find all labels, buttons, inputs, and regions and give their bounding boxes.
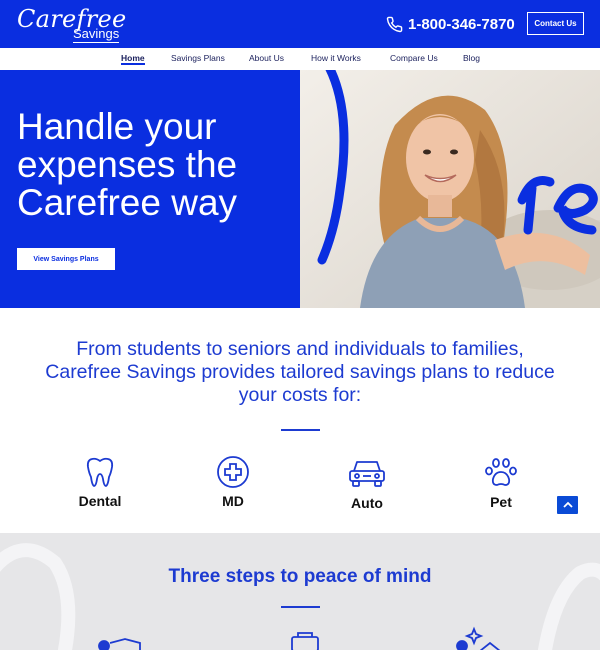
nav-item-compare-us[interactable]: Compare Us — [390, 53, 438, 63]
tagline: From students to seniors and individuals… — [45, 338, 555, 406]
main-nav: Home Savings Plans About Us How it Works… — [0, 48, 600, 70]
chevron-up-icon — [562, 501, 573, 508]
nav-item-blog[interactable]: Blog — [463, 53, 480, 63]
phone-icon — [386, 16, 403, 32]
steps-divider — [281, 606, 320, 608]
view-savings-plans-button[interactable]: View Savings Plans — [17, 248, 115, 270]
hero-image — [300, 70, 600, 308]
paw-icon — [485, 458, 517, 486]
nav-item-home[interactable]: Home — [121, 53, 145, 63]
nav-active-indicator — [121, 63, 145, 65]
service-pet[interactable]: Pet — [451, 456, 551, 510]
car-icon — [349, 461, 385, 487]
tagline-divider — [281, 429, 320, 431]
hero-title: Handle your expenses the Carefree way — [17, 106, 238, 223]
hero-photo-illustration — [300, 70, 600, 308]
service-label-auto: Auto — [351, 495, 383, 511]
logo-sub: Savings — [73, 26, 120, 43]
service-auto[interactable]: Auto — [317, 457, 417, 511]
service-label-dental: Dental — [78, 493, 122, 509]
service-md[interactable]: MD — [183, 455, 283, 509]
nav-item-savings-plans[interactable]: Savings Plans — [171, 53, 225, 63]
contact-us-button[interactable]: Contact Us — [527, 12, 584, 35]
nav-item-how-it-works[interactable]: How it Works — [311, 53, 361, 63]
steps-decoration — [0, 543, 600, 650]
nav-item-about-us[interactable]: About Us — [249, 53, 284, 63]
tooth-icon — [86, 457, 114, 487]
scroll-to-top-button[interactable] — [557, 496, 578, 514]
hero-panel: Handle your expenses the Carefree way Vi… — [0, 70, 300, 308]
service-label-pet: Pet — [490, 494, 512, 510]
logo[interactable]: Carefree Savings — [17, 5, 137, 45]
steps-section: Three steps to peace of mind — [0, 533, 600, 650]
service-label-md: MD — [222, 493, 244, 509]
top-bar: Carefree Savings 1-800-346-7870 Contact … — [0, 0, 600, 48]
medical-cross-icon — [217, 456, 249, 488]
phone-link[interactable]: 1-800-346-7870 — [386, 14, 515, 34]
phone-number: 1-800-346-7870 — [408, 15, 515, 33]
service-dental[interactable]: Dental — [50, 455, 150, 509]
steps-title: Three steps to peace of mind — [168, 566, 432, 587]
